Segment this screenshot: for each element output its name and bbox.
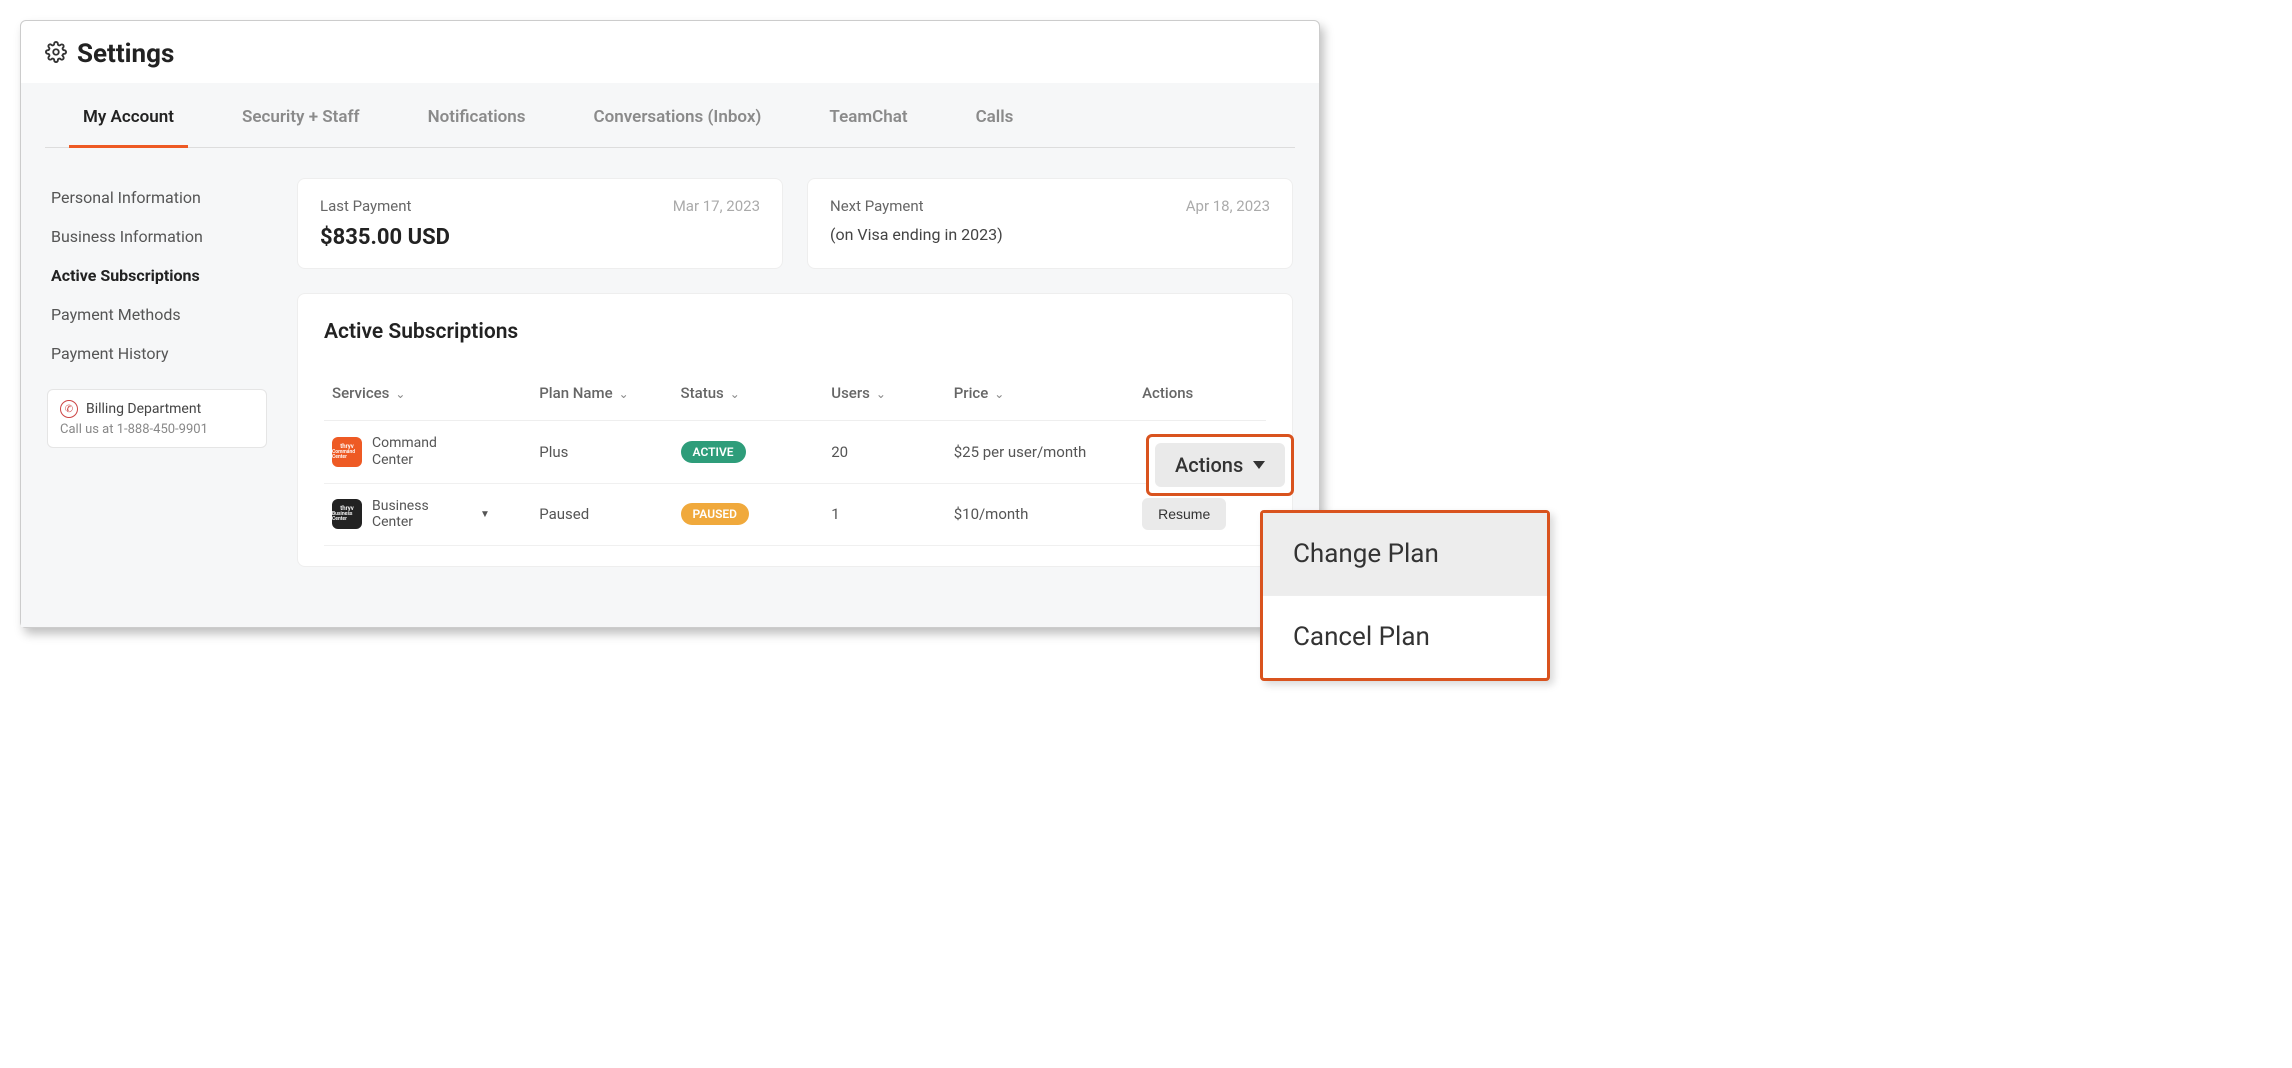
table-row: thryv Command Center Command Center Plus… xyxy=(324,421,1266,484)
service-name: Business Center xyxy=(372,498,462,532)
window-header: Settings xyxy=(21,21,1319,83)
tab-calls[interactable]: Calls xyxy=(962,83,1028,148)
service-icon: thryv Business Center xyxy=(332,499,362,529)
expand-caret-icon[interactable]: ▼ xyxy=(480,509,490,520)
sidebar: Personal Information Business Informatio… xyxy=(47,178,267,567)
actions-dropdown-menu: Change Plan Cancel Plan xyxy=(1260,510,1550,681)
col-actions: Actions xyxy=(1134,384,1266,421)
chevron-down-icon: ⌄ xyxy=(876,387,886,401)
page-title: Settings xyxy=(77,39,174,69)
service-cell: thryv Command Center Command Center xyxy=(332,435,523,469)
status-badge: ACTIVE xyxy=(681,441,746,463)
sidebar-item-payment-history[interactable]: Payment History xyxy=(47,334,267,373)
actions-dropdown-button[interactable]: Actions xyxy=(1155,443,1285,487)
plan-name: Plus xyxy=(531,421,672,484)
sidebar-item-business-info[interactable]: Business Information xyxy=(47,217,267,256)
settings-window: Settings My Account Security + Staff Not… xyxy=(20,20,1320,628)
col-plan[interactable]: Plan Name⌄ xyxy=(531,384,672,421)
chevron-down-icon: ⌄ xyxy=(619,387,629,401)
service-cell: thryv Business Center Business Center ▼ xyxy=(332,498,523,532)
billing-head: ✆ Billing Department xyxy=(60,400,254,418)
caret-down-icon xyxy=(1253,461,1265,469)
next-payment-date: Apr 18, 2023 xyxy=(1186,197,1270,215)
billing-subtitle: Call us at 1-888-450-9901 xyxy=(60,422,254,437)
col-services[interactable]: Services⌄ xyxy=(324,384,531,421)
users-count: 1 xyxy=(823,483,945,546)
plan-name: Paused xyxy=(531,483,672,546)
sidebar-item-payment-methods[interactable]: Payment Methods xyxy=(47,295,267,334)
col-price[interactable]: Price⌄ xyxy=(946,384,1134,421)
main: Last Payment Mar 17, 2023 $835.00 USD Ne… xyxy=(297,178,1293,567)
table-row: thryv Business Center Business Center ▼ … xyxy=(324,483,1266,546)
next-payment-card: Next Payment Apr 18, 2023 (on Visa endin… xyxy=(807,178,1293,269)
phone-icon: ✆ xyxy=(60,400,78,418)
menu-item-change-plan[interactable]: Change Plan xyxy=(1263,513,1547,595)
tab-security-staff[interactable]: Security + Staff xyxy=(228,83,374,148)
tab-teamchat[interactable]: TeamChat xyxy=(815,83,921,148)
tabs: My Account Security + Staff Notification… xyxy=(45,83,1295,148)
window-body: My Account Security + Staff Notification… xyxy=(21,83,1319,627)
last-payment-amount: $835.00 USD xyxy=(320,225,760,250)
last-payment-label: Last Payment xyxy=(320,197,411,215)
sidebar-item-personal-info[interactable]: Personal Information xyxy=(47,178,267,217)
service-icon: thryv Command Center xyxy=(332,437,362,467)
billing-card: ✆ Billing Department Call us at 1-888-45… xyxy=(47,389,267,448)
actions-button-callout: Actions xyxy=(1146,434,1294,496)
subscriptions-card: Active Subscriptions Services⌄ Plan Name… xyxy=(297,293,1293,567)
last-payment-date: Mar 17, 2023 xyxy=(673,197,760,215)
service-name: Command Center xyxy=(372,435,462,469)
sidebar-item-active-subscriptions[interactable]: Active Subscriptions xyxy=(47,256,267,295)
subscriptions-title: Active Subscriptions xyxy=(324,320,1266,344)
col-status[interactable]: Status⌄ xyxy=(673,384,824,421)
resume-button[interactable]: Resume xyxy=(1142,498,1226,530)
subscriptions-table: Services⌄ Plan Name⌄ Status⌄ Users⌄ Pric… xyxy=(324,384,1266,546)
tab-conversations[interactable]: Conversations (Inbox) xyxy=(580,83,776,148)
next-payment-label: Next Payment xyxy=(830,197,924,215)
status-badge: PAUSED xyxy=(681,503,749,525)
tab-notifications[interactable]: Notifications xyxy=(414,83,540,148)
chevron-down-icon: ⌄ xyxy=(395,387,405,401)
last-payment-card: Last Payment Mar 17, 2023 $835.00 USD xyxy=(297,178,783,269)
summary-row: Last Payment Mar 17, 2023 $835.00 USD Ne… xyxy=(297,178,1293,269)
next-payment-detail: (on Visa ending in 2023) xyxy=(830,225,1270,244)
content: Personal Information Business Informatio… xyxy=(21,148,1319,567)
users-count: 20 xyxy=(823,421,945,484)
billing-title: Billing Department xyxy=(86,401,201,417)
chevron-down-icon: ⌄ xyxy=(994,387,1004,401)
price: $10/month xyxy=(946,483,1134,546)
gear-icon xyxy=(45,41,67,67)
menu-item-cancel-plan[interactable]: Cancel Plan xyxy=(1263,595,1547,678)
price: $25 per user/month xyxy=(946,421,1134,484)
chevron-down-icon: ⌄ xyxy=(730,387,740,401)
tab-my-account[interactable]: My Account xyxy=(69,83,188,148)
col-users[interactable]: Users⌄ xyxy=(823,384,945,421)
